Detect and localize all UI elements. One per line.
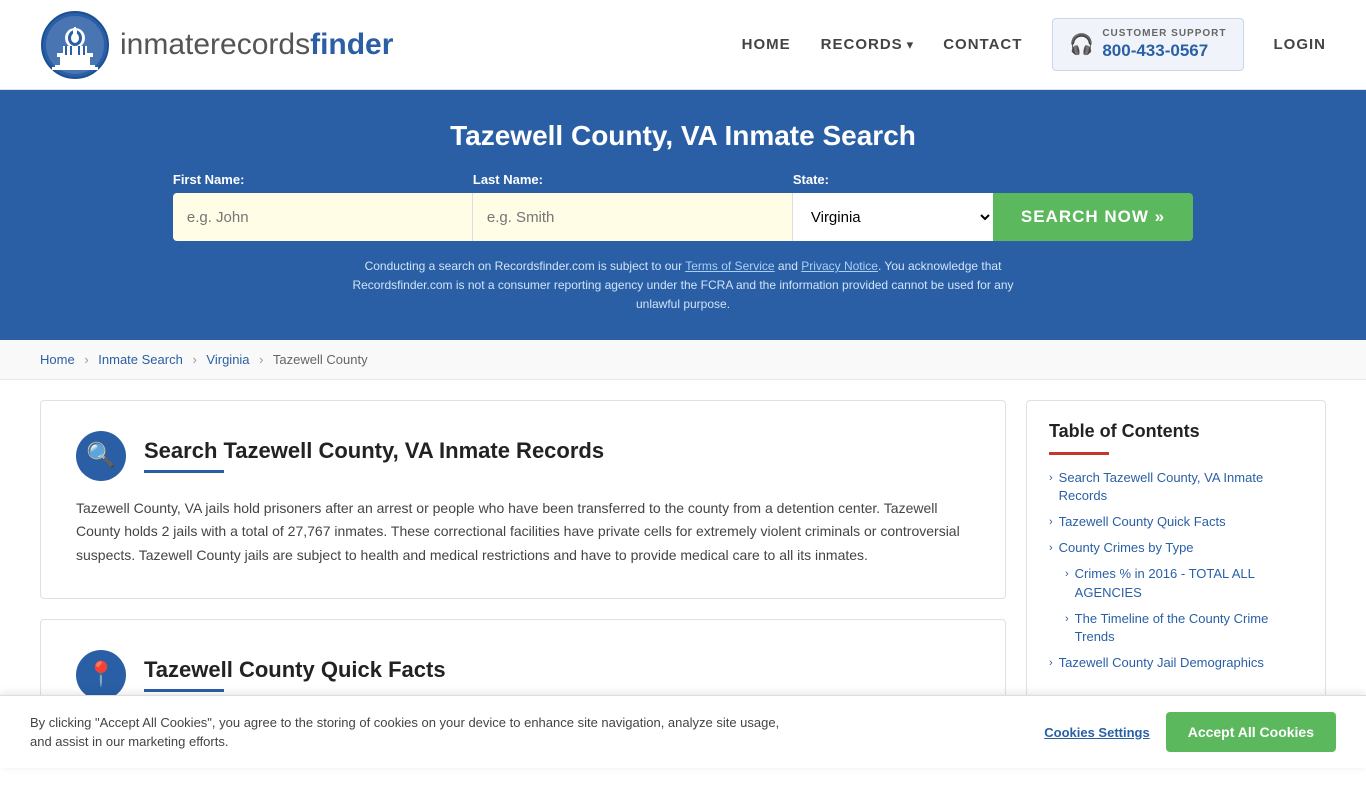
- card-title-group: Search Tazewell County, VA Inmate Record…: [144, 438, 604, 473]
- headset-icon: 🎧: [1069, 32, 1094, 57]
- nav-records[interactable]: RECORDS ▾: [821, 36, 914, 53]
- search-form: First Name: Last Name: State: Virginia A…: [40, 172, 1326, 241]
- first-name-input[interactable]: [173, 193, 473, 241]
- nav-records-label[interactable]: RECORDS: [821, 36, 903, 53]
- inmate-records-card: 🔍 Search Tazewell County, VA Inmate Reco…: [40, 400, 1006, 599]
- toc-item-5[interactable]: › Tazewell County Jail Demographics: [1049, 654, 1303, 672]
- toc-chevron-0: ›: [1049, 471, 1053, 486]
- card-body-1: Tazewell County, VA jails hold prisoners…: [76, 497, 970, 568]
- card-title-2: Tazewell County Quick Facts: [144, 657, 446, 683]
- card-title-underline-2: [144, 689, 224, 692]
- last-name-input[interactable]: [473, 193, 793, 241]
- support-label: CUSTOMER SUPPORT: [1102, 27, 1226, 40]
- toc-title: Table of Contents: [1049, 421, 1303, 442]
- logo[interactable]: inmaterecordsfinder: [40, 10, 393, 80]
- cookie-buttons: Cookies Settings Accept All Cookies: [1044, 712, 1336, 752]
- customer-support-box[interactable]: 🎧 CUSTOMER SUPPORT 800-433-0567: [1052, 18, 1243, 71]
- search-banner: Tazewell County, VA Inmate Search First …: [0, 90, 1366, 340]
- support-info: CUSTOMER SUPPORT 800-433-0567: [1102, 27, 1226, 62]
- banner-title: Tazewell County, VA Inmate Search: [40, 120, 1326, 152]
- chevron-down-icon: ▾: [907, 37, 914, 53]
- toc-chevron-3: ›: [1065, 567, 1069, 582]
- toc-item-4[interactable]: › The Timeline of the County Crime Trends: [1049, 610, 1303, 646]
- last-name-label: Last Name:: [473, 172, 793, 187]
- first-name-label: First Name:: [173, 172, 473, 187]
- toc-item-label-4: The Timeline of the County Crime Trends: [1075, 610, 1303, 646]
- card-header-2: 📍 Tazewell County Quick Facts: [76, 650, 970, 700]
- toc-items: › Search Tazewell County, VA Inmate Recor…: [1049, 469, 1303, 673]
- support-number: 800-433-0567: [1102, 40, 1226, 62]
- state-label: State:: [793, 172, 993, 187]
- terms-of-service-link[interactable]: Terms of Service: [685, 259, 774, 273]
- toc-item-label-3: Crimes % in 2016 - TOTAL ALL AGENCIES: [1075, 565, 1303, 601]
- map-icon: 📍: [86, 660, 116, 689]
- nav-home[interactable]: HOME: [742, 36, 791, 53]
- toc-item-label-2: County Crimes by Type: [1059, 539, 1194, 557]
- cookies-settings-button[interactable]: Cookies Settings: [1044, 725, 1149, 740]
- toc-chevron-1: ›: [1049, 515, 1053, 530]
- toc-item-label-0: Search Tazewell County, VA Inmate Record…: [1059, 469, 1303, 505]
- nav-contact[interactable]: CONTACT: [943, 36, 1022, 53]
- toc-item-0[interactable]: › Search Tazewell County, VA Inmate Recor…: [1049, 469, 1303, 505]
- toc-chevron-2: ›: [1049, 541, 1053, 556]
- breadcrumb-home[interactable]: Home: [40, 352, 75, 367]
- cookie-banner: By clicking "Accept All Cookies", you ag…: [0, 695, 1366, 768]
- toc-item-1[interactable]: › Tazewell County Quick Facts: [1049, 513, 1303, 531]
- search-icon: 🔍: [86, 441, 116, 470]
- toc-item-2[interactable]: › County Crimes by Type: [1049, 539, 1303, 557]
- breadcrumb-sep-1: ›: [84, 352, 88, 367]
- toc-item-label-1: Tazewell County Quick Facts: [1059, 513, 1226, 531]
- toc-chevron-5: ›: [1049, 656, 1053, 671]
- breadcrumb-inmate-search[interactable]: Inmate Search: [98, 352, 183, 367]
- breadcrumb-sep-3: ›: [259, 352, 263, 367]
- card-title-1: Search Tazewell County, VA Inmate Record…: [144, 438, 604, 464]
- toc-item-label-5: Tazewell County Jail Demographics: [1059, 654, 1264, 672]
- logo-icon: [40, 10, 110, 80]
- card-header-1: 🔍 Search Tazewell County, VA Inmate Reco…: [76, 431, 970, 481]
- toc-item-3[interactable]: › Crimes % in 2016 - TOTAL ALL AGENCIES: [1049, 565, 1303, 601]
- card-title-underline-1: [144, 470, 224, 473]
- breadcrumb-sep-2: ›: [192, 352, 196, 367]
- first-name-group: First Name:: [173, 172, 473, 241]
- map-icon-circle: 📍: [76, 650, 126, 700]
- state-select[interactable]: Virginia Alabama Alaska Arizona Arkansas…: [793, 193, 993, 241]
- accept-all-cookies-button[interactable]: Accept All Cookies: [1166, 712, 1336, 752]
- breadcrumb: Home › Inmate Search › Virginia › Tazewe…: [0, 340, 1366, 380]
- cookie-text: By clicking "Accept All Cookies", you ag…: [30, 713, 790, 752]
- logo-text: inmaterecordsfinder: [120, 28, 393, 62]
- toc-chevron-4: ›: [1065, 612, 1069, 627]
- privacy-notice-link[interactable]: Privacy Notice: [801, 259, 878, 273]
- login-button[interactable]: LOGIN: [1274, 36, 1327, 53]
- disclaimer-text: Conducting a search on Recordsfinder.com…: [333, 257, 1033, 315]
- toc-underline: [1049, 452, 1109, 455]
- main-nav: HOME RECORDS ▾ CONTACT 🎧 CUSTOMER SUPPOR…: [742, 18, 1326, 71]
- last-name-group: Last Name:: [473, 172, 793, 241]
- state-group: State: Virginia Alabama Alaska Arizona A…: [793, 172, 993, 241]
- breadcrumb-virginia[interactable]: Virginia: [206, 352, 249, 367]
- card-title-group-2: Tazewell County Quick Facts: [144, 657, 446, 692]
- site-header: inmaterecordsfinder HOME RECORDS ▾ CONTA…: [0, 0, 1366, 90]
- search-now-button[interactable]: SEARCH NOW »: [993, 193, 1193, 241]
- breadcrumb-tazewell-county: Tazewell County: [273, 352, 368, 367]
- search-icon-circle: 🔍: [76, 431, 126, 481]
- toc-card: Table of Contents › Search Tazewell Count…: [1026, 400, 1326, 702]
